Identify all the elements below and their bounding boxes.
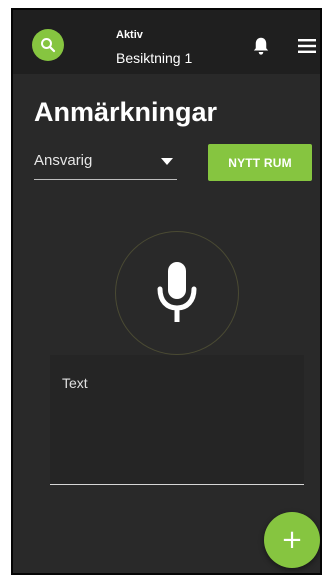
hamburger-menu-icon: [298, 39, 316, 53]
text-input-label: Text: [62, 375, 88, 391]
text-input[interactable]: Text: [50, 355, 304, 485]
responsible-select-value: Ansvarig: [34, 152, 93, 169]
page-title: Anmärkningar: [34, 97, 218, 127]
top-app-bar: Aktiv Besiktning 1: [13, 10, 320, 74]
active-inspection-caption: Aktiv: [116, 29, 143, 41]
caret-down-icon: [161, 158, 173, 165]
menu-button[interactable]: [297, 37, 317, 55]
new-room-button[interactable]: NYTT RUM: [208, 144, 312, 181]
notifications-button[interactable]: [250, 35, 272, 57]
bell-icon: [253, 37, 269, 55]
search-button[interactable]: [32, 29, 64, 61]
active-inspection-name[interactable]: Besiktning 1: [116, 50, 192, 66]
app-window: Aktiv Besiktning 1 Anmärkningar Ansvarig…: [11, 8, 322, 575]
plus-icon: +: [281, 525, 303, 555]
microphone-icon: [157, 262, 197, 322]
search-icon: [41, 38, 56, 53]
voice-input-button[interactable]: [115, 231, 239, 355]
responsible-select[interactable]: Ansvarig: [34, 149, 177, 180]
add-button[interactable]: +: [264, 512, 320, 568]
